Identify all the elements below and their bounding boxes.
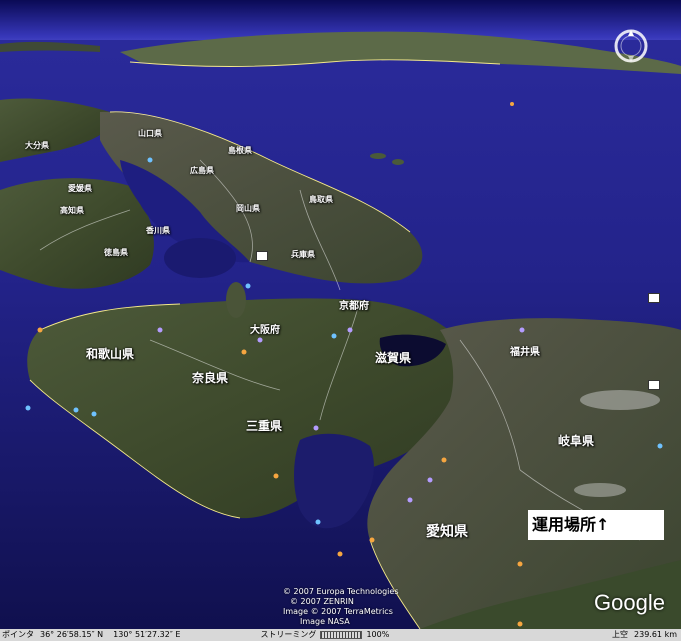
pointer-longitude: 130° 51′27.32″ E xyxy=(113,630,181,639)
status-bar: ポインタ 36° 26′58.15″ N 130° 51′27.32″ E スト… xyxy=(0,629,681,641)
operation-location-callout: 運用場所↑ xyxy=(528,510,664,540)
pref-label-wakayama: 和歌山県 xyxy=(86,347,135,361)
map-marker[interactable] xyxy=(256,251,268,261)
map-marker[interactable] xyxy=(648,293,660,303)
pref-label-kagawa: 香川県 xyxy=(146,226,170,235)
streaming-progress-bar xyxy=(320,631,363,639)
globe-viewport[interactable]: 山口県 島根県 広島県 鳥取県 岡山県 大分県 愛媛県 高知県 香川県 徳島県 … xyxy=(0,0,681,629)
pref-label-aichi: 愛知県 xyxy=(426,524,468,540)
streaming-percent: 100% xyxy=(366,630,390,639)
awaji-island xyxy=(226,282,246,318)
pref-label-yamaguchi: 山口県 xyxy=(138,129,162,138)
google-logo: Google xyxy=(594,590,665,615)
map-marker[interactable] xyxy=(648,380,660,390)
pref-label-tottori: 鳥取県 xyxy=(309,195,333,204)
pref-label-oita: 大分県 xyxy=(25,141,49,150)
pointer-latitude: 36° 26′58.15″ N xyxy=(40,630,104,639)
pointer-label: ポインタ xyxy=(2,630,34,639)
attribution-nasa: Image NASA xyxy=(300,617,350,626)
cloud xyxy=(574,483,626,497)
pref-label-fukui: 福井県 xyxy=(510,347,540,358)
attribution-terrametrics: Image © 2007 TerraMetrics xyxy=(283,607,393,616)
shikoku xyxy=(0,178,154,289)
pref-label-kochi: 高知県 xyxy=(60,206,84,215)
pref-label-osaka: 大阪府 xyxy=(250,325,280,336)
pref-label-tokushima: 徳島県 xyxy=(104,248,128,257)
pref-label-hyogo: 兵庫県 xyxy=(291,250,315,259)
attribution-zenrin: © 2007 ZENRIN xyxy=(290,597,354,606)
streaming-label: ストリーミング xyxy=(260,630,317,639)
pref-label-kyoto: 京都府 xyxy=(339,301,369,312)
pref-label-mie: 三重県 xyxy=(246,419,283,433)
altitude-value: 239.61 km xyxy=(634,630,677,639)
cloud xyxy=(580,390,660,410)
pref-label-shimane: 島根県 xyxy=(228,146,252,155)
altitude-label: 上空 xyxy=(612,630,629,639)
pref-label-nara: 奈良県 xyxy=(192,371,229,385)
oki-island-2 xyxy=(392,159,404,165)
pref-label-shiga: 滋賀県 xyxy=(375,351,412,365)
oki-island xyxy=(370,153,386,159)
osaka-bay xyxy=(164,238,236,278)
pref-label-gifu: 岐阜県 xyxy=(558,434,595,448)
navigation-compass-icon[interactable] xyxy=(612,27,650,65)
attribution-europa: © 2007 Europa Technologies xyxy=(283,587,399,596)
pref-label-okayama: 岡山県 xyxy=(236,204,260,213)
pref-label-ehime: 愛媛県 xyxy=(68,184,92,193)
pref-label-hiroshima: 広島県 xyxy=(190,166,214,175)
